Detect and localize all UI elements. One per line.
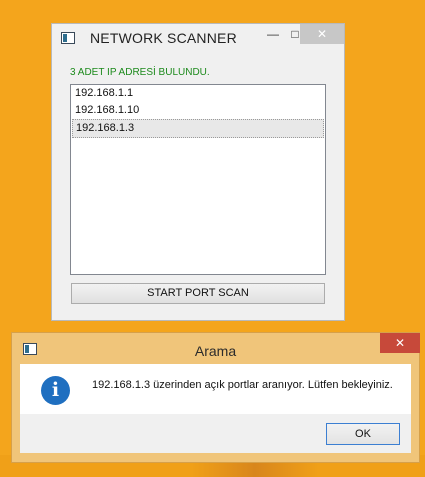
dialog-message: 192.168.1.3 üzerinden açık portlar aranı… <box>92 379 393 391</box>
dialog-body: i 192.168.1.3 üzerinden açık portlar ara… <box>20 364 411 414</box>
ip-list-item[interactable]: 192.168.1.1 <box>71 85 325 102</box>
dialog-title: Arama <box>194 343 237 359</box>
app-icon <box>61 32 75 44</box>
close-button[interactable]: ✕ <box>300 24 344 44</box>
ip-list-item[interactable]: 192.168.1.10 <box>71 102 325 119</box>
dialog-footer: OK <box>20 414 411 453</box>
ip-list-item-selected[interactable]: 192.168.1.3 <box>72 119 324 138</box>
start-port-scan-button[interactable]: START PORT SCAN <box>71 283 325 304</box>
scanner-title: NETWORK SCANNER <box>90 30 237 46</box>
minimize-button[interactable]: — <box>264 24 282 44</box>
info-icon: i <box>41 376 70 405</box>
arama-dialog: Arama ✕ i 192.168.1.3 üzerinden açık por… <box>11 332 420 463</box>
scan-status-text: 3 ADET IP ADRESİ BULUNDU. <box>70 67 210 78</box>
dialog-close-button[interactable]: ✕ <box>380 333 420 353</box>
ok-button[interactable]: OK <box>326 423 400 445</box>
scanner-title-bar[interactable]: NETWORK SCANNER — □ ✕ <box>52 24 344 52</box>
ip-list[interactable]: 192.168.1.1 192.168.1.10 192.168.1.3 <box>70 84 326 275</box>
network-scanner-window: NETWORK SCANNER — □ ✕ 3 ADET IP ADRESİ B… <box>51 23 345 321</box>
